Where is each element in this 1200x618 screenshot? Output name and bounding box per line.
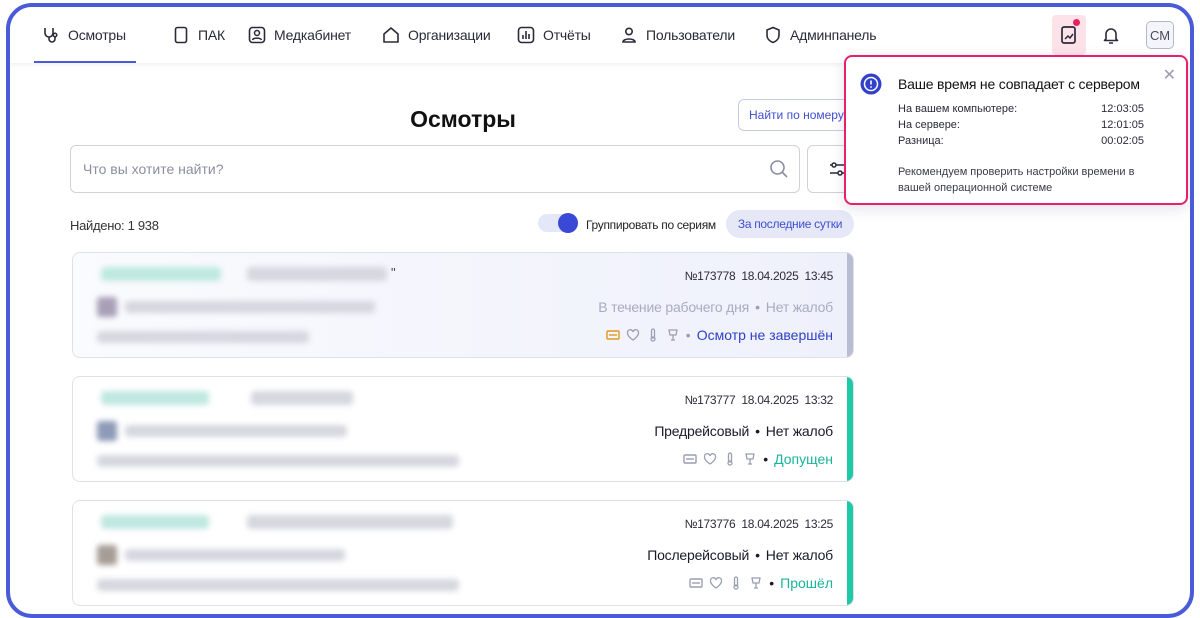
- inspection-card[interactable]: №173776 18.04.2025 13:25 Послерейсовый • Нет…: [72, 500, 854, 606]
- redacted-driver-name: [125, 301, 375, 313]
- redacted-driver-name: [125, 549, 345, 561]
- inspection-card[interactable]: " №173778 18.04.2025 13:45 В течение рабоч…: [72, 252, 854, 358]
- inspection-status: Прошёл: [780, 575, 833, 591]
- heart-icon: [710, 577, 723, 589]
- shield-icon: [766, 26, 780, 44]
- breathalyzer-icon: [668, 329, 678, 341]
- alcohol-test-warning-icon: [606, 330, 620, 340]
- breathalyzer-icon: [751, 577, 762, 589]
- nav-item-medcabinet[interactable]: Медкабинет: [248, 7, 351, 63]
- heart-icon: [626, 329, 639, 341]
- alcohol-test-icon: [683, 454, 697, 464]
- medcabinet-icon: [248, 26, 266, 44]
- nav-label: Админпанель: [790, 27, 877, 43]
- period-filter-chip[interactable]: За последние сутки: [726, 210, 854, 238]
- toast-title: Ваше время не совпадает с сервером: [898, 76, 1140, 92]
- nav-item-organizations[interactable]: Организации: [382, 7, 491, 63]
- stethoscope-icon: [44, 28, 58, 43]
- close-icon[interactable]: ✕: [1163, 65, 1176, 85]
- nav-label: Организации: [408, 27, 491, 43]
- thermometer-icon: [733, 576, 739, 590]
- redacted-location: [97, 455, 459, 467]
- redacted-location: [97, 579, 459, 591]
- redacted-org: [101, 515, 209, 529]
- app-window: Осмотры ПАК Медкабинет Организации Отчёт…: [6, 3, 1194, 618]
- building-icon: [383, 27, 399, 43]
- local-time-row: На вашем компьютере: 12:03:05: [898, 103, 1144, 115]
- nav-item-users[interactable]: Пользователи: [620, 7, 735, 63]
- inspection-type-line: В течение рабочего дня • Нет жалоб: [598, 299, 833, 315]
- nav-item-reports[interactable]: Отчёты: [517, 7, 591, 63]
- redacted-org: [101, 267, 221, 281]
- nav-label: Отчёты: [543, 27, 591, 43]
- nav-item-pak[interactable]: ПАК: [172, 7, 225, 63]
- search-placeholder: Что вы хотите найти?: [83, 161, 224, 177]
- chart-icon: [517, 26, 535, 44]
- search-icon[interactable]: [769, 159, 789, 179]
- card-meta: №173778 18.04.2025 13:45: [684, 269, 834, 283]
- status-strip: [847, 377, 853, 481]
- card-meta: №173776 18.04.2025 13:25: [684, 517, 834, 531]
- nav-label: Медкабинет: [274, 27, 351, 43]
- report-notifications-button[interactable]: [1052, 15, 1086, 55]
- nav-label: ПАК: [198, 27, 225, 43]
- inspection-status: Осмотр не завершён: [696, 327, 833, 343]
- server-time-row: На сервере: 12:01:05: [898, 119, 1144, 131]
- driver-photo: [97, 421, 117, 441]
- alert-info-icon: [860, 73, 882, 95]
- group-by-series-toggle[interactable]: [538, 213, 578, 233]
- inspection-status-line: • Допущен: [677, 451, 833, 467]
- redacted-vehicle: [251, 391, 353, 405]
- search-input[interactable]: Что вы хотите найти?: [70, 145, 800, 193]
- time-mismatch-toast: ✕ Ваше время не совпадает с сервером На …: [844, 55, 1188, 205]
- quote-mark: ": [391, 265, 396, 280]
- notifications-button[interactable]: [1098, 21, 1124, 49]
- difference-row: Разница: 00:02:05: [898, 135, 1144, 147]
- inspection-status: Допущен: [774, 451, 833, 467]
- status-strip: [847, 253, 853, 357]
- redacted-vehicle: [247, 515, 453, 529]
- users-icon: [622, 27, 636, 43]
- nav-label: Пользователи: [646, 27, 735, 43]
- unread-dot: [1073, 19, 1080, 26]
- bell-icon: [1103, 28, 1119, 44]
- device-icon: [174, 26, 188, 44]
- toast-recommendation: Рекомендуем проверить настройки времени …: [898, 166, 1135, 194]
- nav-item-inspections[interactable]: Осмотры: [34, 7, 136, 63]
- thermometer-icon: [650, 328, 656, 342]
- card-meta: №173777 18.04.2025 13:32: [684, 393, 834, 407]
- heart-icon: [704, 453, 717, 465]
- inspection-type-line: Послерейсовый • Нет жалоб: [647, 547, 833, 563]
- driver-photo: [97, 297, 117, 317]
- document-chart-icon: [1061, 26, 1076, 44]
- group-by-series-label: Группировать по сериям: [586, 218, 716, 232]
- toggle-knob: [558, 213, 578, 233]
- inspection-status-line: • Прошёл: [683, 575, 833, 591]
- thermometer-icon: [727, 452, 733, 466]
- results-count: Найдено: 1 938: [70, 218, 159, 233]
- redacted-vehicle: [247, 267, 387, 281]
- nav-label: Осмотры: [68, 27, 126, 43]
- redacted-location: [97, 331, 309, 343]
- breathalyzer-icon: [745, 453, 755, 465]
- user-avatar[interactable]: СМ: [1146, 21, 1174, 49]
- status-strip: [847, 501, 853, 605]
- inspection-status-line: • Осмотр не завершён: [600, 327, 833, 343]
- redacted-org: [101, 391, 209, 405]
- redacted-driver-name: [125, 425, 347, 437]
- alcohol-test-icon: [689, 578, 703, 588]
- driver-photo: [97, 545, 117, 565]
- inspection-card[interactable]: №173777 18.04.2025 13:32 Предрейсовый • Нет …: [72, 376, 854, 482]
- inspection-type-line: Предрейсовый • Нет жалоб: [654, 423, 833, 439]
